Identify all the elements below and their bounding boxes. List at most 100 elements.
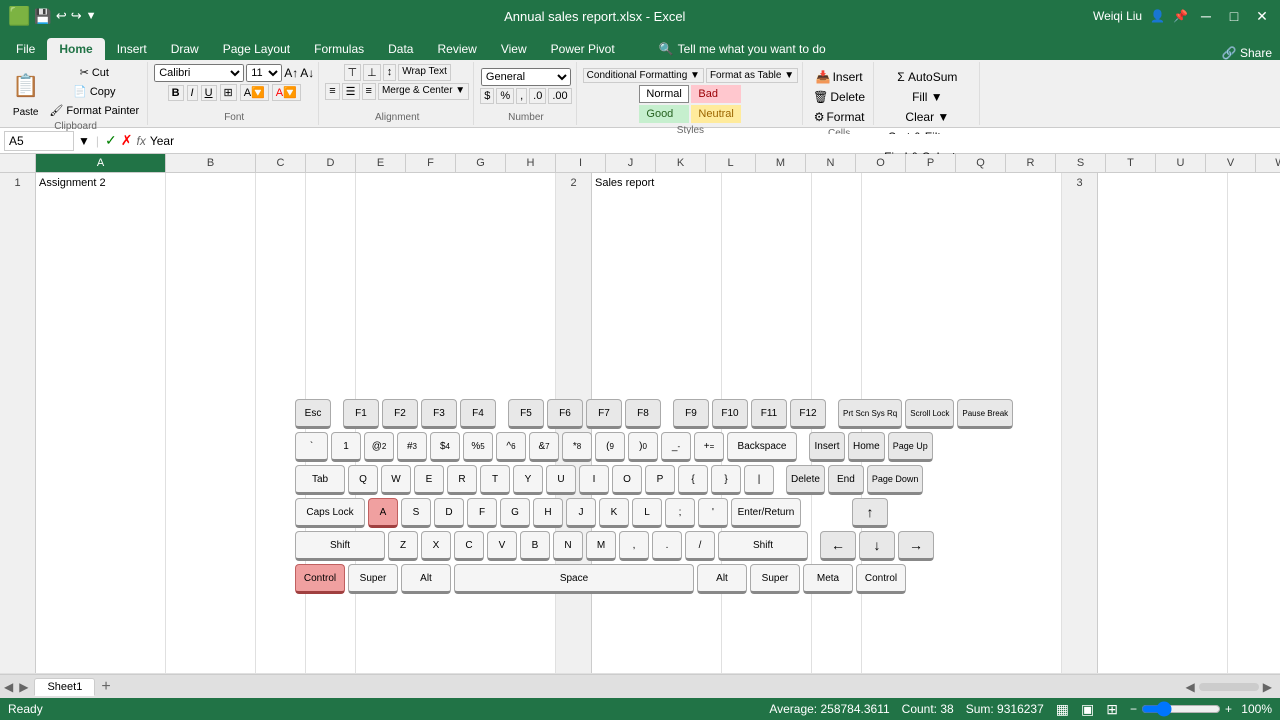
cut-button[interactable]: ✂ Cut [45, 64, 143, 81]
zoom-slider[interactable] [1141, 701, 1221, 717]
col-header-E[interactable]: E [356, 154, 406, 172]
insert-cells-button[interactable]: 📥Insert [812, 68, 867, 86]
scroll-right-btn[interactable]: ▶ [1263, 680, 1272, 694]
align-right-icon[interactable]: ≡ [362, 83, 376, 100]
key-g[interactable]: G [500, 498, 530, 528]
col-header-K[interactable]: K [656, 154, 706, 172]
fill-color-button[interactable]: A🔽 [240, 84, 269, 101]
sheet-tab-sheet1[interactable]: Sheet1 [34, 678, 95, 696]
key-space[interactable]: Space [454, 564, 694, 594]
font-color-button[interactable]: A🔽 [272, 84, 301, 101]
key-b[interactable]: B [520, 531, 550, 561]
copy-button[interactable]: 📄 Copy [45, 83, 143, 100]
key-5[interactable]: %5 [463, 432, 493, 462]
add-sheet-button[interactable]: + [97, 678, 114, 696]
close-btn[interactable]: ✕ [1252, 6, 1272, 26]
key-minus[interactable]: _- [661, 432, 691, 462]
scroll-bar[interactable] [1199, 683, 1259, 691]
undo-icon[interactable]: ↩ [56, 8, 67, 24]
tab-home[interactable]: Home [47, 38, 104, 60]
key-4[interactable]: $4 [430, 432, 460, 462]
key-f3[interactable]: F3 [421, 399, 457, 429]
align-middle-icon[interactable]: ⊥ [363, 64, 381, 81]
key-quote[interactable]: ' [698, 498, 728, 528]
key-v[interactable]: V [487, 531, 517, 561]
style-good[interactable]: Good [639, 105, 689, 123]
share-btn[interactable]: 🔗 Share [1222, 46, 1272, 60]
key-d[interactable]: D [434, 498, 464, 528]
percent-icon[interactable]: % [496, 88, 514, 104]
key-pause[interactable]: Pause Break [957, 399, 1013, 429]
key-x[interactable]: X [421, 531, 451, 561]
check-mark-icon[interactable]: ✓ [105, 132, 117, 149]
key-right-arrow[interactable]: → [898, 531, 934, 561]
key-i[interactable]: I [579, 465, 609, 495]
font-size-select[interactable]: 11 [246, 64, 282, 82]
key-lbracket[interactable]: { [678, 465, 708, 495]
key-capslock[interactable]: Caps Lock [295, 498, 365, 528]
key-c[interactable]: C [454, 531, 484, 561]
key-8[interactable]: *8 [562, 432, 592, 462]
tab-tell-me[interactable]: 🔍 Tell me what you want to do [647, 38, 838, 60]
tab-review[interactable]: Review [425, 38, 488, 60]
autosum-button[interactable]: Σ AutoSum [893, 68, 961, 86]
wrap-text-button[interactable]: Wrap Text [398, 64, 451, 81]
align-top-icon[interactable]: ⊤ [344, 64, 362, 81]
tab-draw[interactable]: Draw [159, 38, 211, 60]
name-box-dropdown-icon[interactable]: ▼ [78, 134, 90, 148]
col-header-N[interactable]: N [806, 154, 856, 172]
key-w[interactable]: W [381, 465, 411, 495]
key-semicolon[interactable]: ; [665, 498, 695, 528]
key-f6[interactable]: F6 [547, 399, 583, 429]
col-header-M[interactable]: M [756, 154, 806, 172]
key-f7[interactable]: F7 [586, 399, 622, 429]
key-f10[interactable]: F10 [712, 399, 748, 429]
key-k[interactable]: K [599, 498, 629, 528]
decimal-decrease-icon[interactable]: .00 [548, 88, 571, 104]
cell-B1[interactable] [166, 173, 256, 673]
minimize-btn[interactable]: ─ [1196, 6, 1216, 26]
formula-input[interactable] [150, 134, 1276, 148]
key-prtscn[interactable]: Prt Scn Sys Rq [838, 399, 902, 429]
col-header-H[interactable]: H [506, 154, 556, 172]
key-lsuper[interactable]: Super [348, 564, 398, 594]
key-equals[interactable]: += [694, 432, 724, 462]
col-header-U[interactable]: U [1156, 154, 1206, 172]
col-header-T[interactable]: T [1106, 154, 1156, 172]
decimal-increase-icon[interactable]: .0 [529, 88, 546, 104]
key-7[interactable]: &7 [529, 432, 559, 462]
cancel-formula-icon[interactable]: ✗ [121, 132, 133, 149]
key-ralt[interactable]: Alt [697, 564, 747, 594]
tab-data[interactable]: Data [376, 38, 425, 60]
underline-button[interactable]: U [201, 85, 217, 101]
key-rsuper[interactable]: Super [750, 564, 800, 594]
tab-page-layout[interactable]: Page Layout [211, 38, 302, 60]
key-l[interactable]: L [632, 498, 662, 528]
italic-button[interactable]: I [187, 85, 198, 101]
col-header-W[interactable]: W [1256, 154, 1280, 172]
key-f5[interactable]: F5 [508, 399, 544, 429]
key-n[interactable]: N [553, 531, 583, 561]
format-cells-button[interactable]: ⚙Format [810, 108, 869, 126]
delete-cells-button[interactable]: 🗑Delete [809, 88, 869, 106]
key-9[interactable]: (9 [595, 432, 625, 462]
key-p[interactable]: P [645, 465, 675, 495]
key-1[interactable]: 1 [331, 432, 361, 462]
key-backtick[interactable]: ` [295, 432, 328, 462]
page-layout-view-icon[interactable]: ▣ [1081, 701, 1094, 718]
key-backslash[interactable]: | [744, 465, 774, 495]
key-h[interactable]: H [533, 498, 563, 528]
key-home[interactable]: Home [848, 432, 885, 462]
key-f4[interactable]: F4 [460, 399, 496, 429]
key-left-arrow[interactable]: ← [820, 531, 856, 561]
style-normal[interactable]: Normal [639, 85, 689, 103]
key-meta[interactable]: Meta [803, 564, 853, 594]
key-2[interactable]: @2 [364, 432, 394, 462]
key-s[interactable]: S [401, 498, 431, 528]
key-6[interactable]: ^6 [496, 432, 526, 462]
key-m[interactable]: M [586, 531, 616, 561]
conditional-formatting-button[interactable]: Conditional Formatting ▼ [583, 68, 704, 83]
key-a[interactable]: A [368, 498, 398, 528]
key-comma[interactable]: , [619, 531, 649, 561]
format-painter-button[interactable]: 🖌 Format Painter [45, 102, 143, 119]
